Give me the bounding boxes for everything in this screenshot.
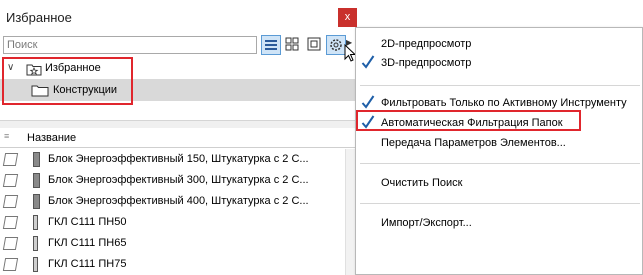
title-bar[interactable]: Избранное x <box>0 0 360 34</box>
menu-separator <box>360 203 640 204</box>
menu-item-3d-preview[interactable]: 3D-предпросмотр <box>356 53 643 73</box>
checkbox[interactable] <box>2 258 19 271</box>
list-view-icon <box>265 40 277 50</box>
composite-swatch-icon <box>33 152 40 167</box>
settings-menu: 2D-предпросмотр 3D-предпросмотр Фильтров… <box>355 27 643 275</box>
search-placeholder: Поиск <box>7 39 38 51</box>
list-item[interactable]: ГКЛ С111 ПН65 <box>0 233 360 254</box>
column-header-name[interactable]: Название <box>27 132 76 144</box>
item-list: Блок Энергоэффективный 150, Штукатурка с… <box>0 149 360 275</box>
list-item[interactable]: Блок Энергоэффективный 300, Штукатурка с… <box>0 170 360 191</box>
menu-item-transfer-parameters[interactable]: Передача Параметров Элементов... <box>356 133 643 153</box>
gear-icon <box>330 39 342 51</box>
list-view-button[interactable] <box>261 35 281 55</box>
checkbox[interactable] <box>2 216 19 229</box>
menu-separator <box>360 85 640 86</box>
list-item-label: Блок Энергоэффективный 150, Штукатурка с… <box>48 153 309 165</box>
menu-item-clear-search[interactable]: Очистить Поиск <box>356 173 643 193</box>
search-input[interactable]: Поиск <box>3 36 257 54</box>
checkbox[interactable] <box>2 195 19 208</box>
preview-view-icon <box>307 37 321 51</box>
list-item-label: Блок Энергоэффективный 300, Штукатурка с… <box>48 174 309 186</box>
list-item-label: ГКЛ С111 ПН65 <box>48 237 127 249</box>
grid-view-button[interactable] <box>283 35 303 55</box>
composite-swatch-icon <box>33 236 38 251</box>
list-item[interactable]: Блок Энергоэффективный 150, Штукатурка с… <box>0 149 360 170</box>
preview-view-button[interactable] <box>305 35 325 55</box>
highlight-box-tree <box>2 57 133 105</box>
list-item-label: ГКЛ С111 ПН75 <box>48 258 127 270</box>
checkbox[interactable] <box>2 237 19 250</box>
menu-item-label: Передача Параметров Элементов... <box>381 137 566 149</box>
grid-view-icon <box>285 37 299 51</box>
menu-separator <box>360 163 640 164</box>
list-header: ≡ Название <box>0 129 360 148</box>
menu-item-label: Очистить Поиск <box>381 177 463 189</box>
list-item[interactable]: ГКЛ С111 ПН75 <box>0 254 360 275</box>
column-marker-icon: ≡ <box>4 131 10 141</box>
composite-swatch-icon <box>33 194 40 209</box>
settings-button[interactable] <box>326 35 346 55</box>
splitter[interactable] <box>0 120 360 128</box>
checkmark-icon <box>361 55 375 69</box>
checkbox[interactable] <box>2 174 19 187</box>
checkmark-icon <box>361 95 375 109</box>
window-title: Избранное <box>6 10 72 25</box>
menu-item-label: Импорт/Экспорт... <box>381 217 472 229</box>
composite-swatch-icon <box>33 257 38 272</box>
list-item[interactable]: Блок Энергоэффективный 400, Штукатурка с… <box>0 191 360 212</box>
list-item-label: ГКЛ С111 ПН50 <box>48 216 127 228</box>
composite-swatch-icon <box>33 215 38 230</box>
favorites-palette: Избранное x Поиск ▶ ∨ Избранное Конструк… <box>0 0 360 275</box>
list-item-label: Блок Энергоэффективный 400, Штукатурка с… <box>48 195 309 207</box>
list-item[interactable]: ГКЛ С111 ПН50 <box>0 212 360 233</box>
checkbox[interactable] <box>2 153 19 166</box>
close-button[interactable]: x <box>338 8 357 27</box>
menu-item-label: 2D-предпросмотр <box>381 38 472 50</box>
menu-item-label: Фильтровать Только по Активному Инструме… <box>381 97 627 109</box>
composite-swatch-icon <box>33 173 40 188</box>
menu-item-2d-preview[interactable]: 2D-предпросмотр <box>356 34 643 54</box>
highlight-box-menu <box>356 110 581 131</box>
menu-item-label: 3D-предпросмотр <box>381 57 472 69</box>
menu-item-import-export[interactable]: Импорт/Экспорт... <box>356 213 643 233</box>
